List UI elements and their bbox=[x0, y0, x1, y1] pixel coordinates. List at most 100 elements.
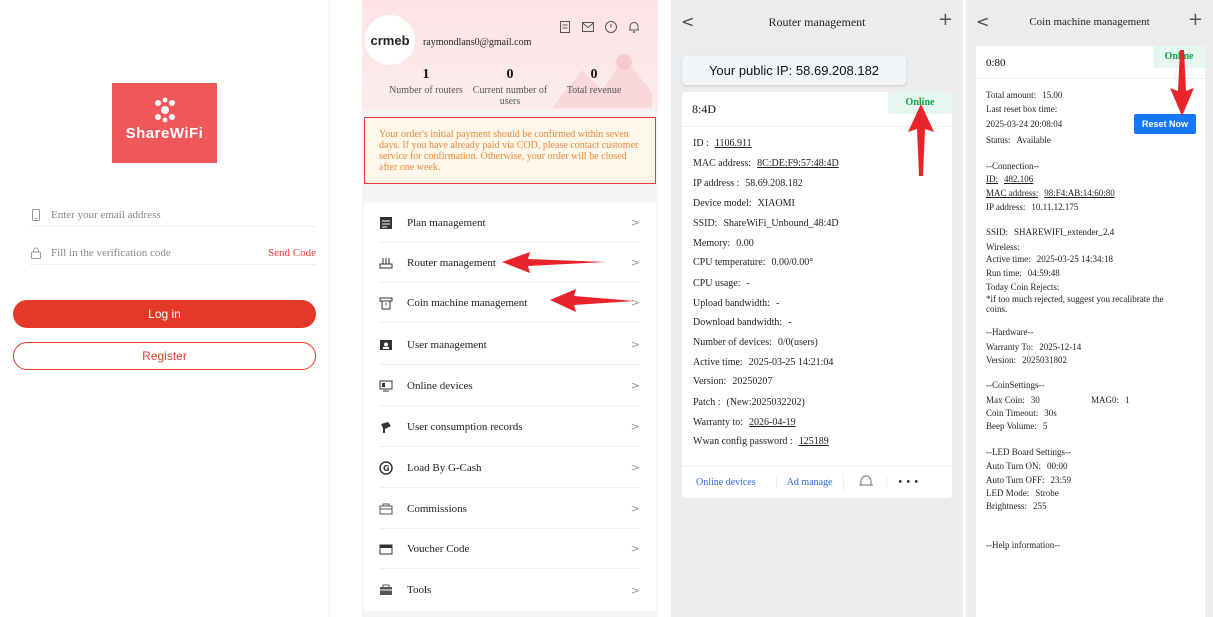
coin-machine-panel: < Coin machine management + 0:80 Online … bbox=[966, 0, 1213, 617]
coin-detail-line: Brightness: 255 bbox=[986, 501, 1047, 511]
coin-detail-line: Max Coin: 30 bbox=[986, 395, 1040, 405]
register-button[interactable]: Register bbox=[13, 342, 316, 370]
bell-icon[interactable] bbox=[842, 474, 874, 491]
send-code-link[interactable]: Send Code bbox=[268, 247, 316, 259]
login-button[interactable]: Log in bbox=[13, 300, 316, 328]
page-title: Coin machine management bbox=[1029, 16, 1150, 28]
coin-detail-line: LED Mode: Strobe bbox=[986, 488, 1059, 498]
router-topbar: < Router management + bbox=[671, 0, 963, 44]
coin-detail-line: Warranty To: 2025-12-14 bbox=[986, 342, 1082, 352]
code-placeholder: Fill in the verification code bbox=[51, 246, 171, 259]
login-panel: ShareWiFi Enter your email address Fill … bbox=[0, 0, 330, 617]
menu-voucher-code[interactable]: Voucher Code > bbox=[379, 529, 640, 569]
email-placeholder: Enter your email address bbox=[51, 208, 161, 221]
coin-detail-line: Total amount: 15.00 bbox=[986, 90, 1063, 100]
avatar[interactable]: crmeb bbox=[365, 15, 415, 65]
crmeb-logo: crmeb bbox=[370, 32, 410, 48]
coin-detail-line: 2025-03-24 20:08:04 bbox=[986, 119, 1063, 129]
header-icons bbox=[558, 20, 641, 34]
reset-now-button[interactable]: Reset Now bbox=[1134, 114, 1196, 134]
menu-user-consumption-records[interactable]: User consumption records > bbox=[379, 407, 640, 447]
router-row: Memory: 0.00 bbox=[693, 238, 754, 249]
public-ip-banner: Your public IP: 58.69.208.182 bbox=[682, 56, 906, 85]
coin-detail-line: *if too much rejected, suggest you recal… bbox=[986, 294, 1164, 304]
sharewifi-logo: ShareWiFi bbox=[112, 83, 217, 163]
menu-tools[interactable]: Tools > bbox=[379, 570, 640, 610]
coin-detail-line: coins. bbox=[986, 304, 1008, 314]
voucher-icon bbox=[379, 544, 393, 554]
more-options-icon[interactable]: • • • bbox=[885, 477, 920, 488]
menu-user-management[interactable]: User management > bbox=[379, 325, 640, 365]
devices-icon bbox=[379, 380, 393, 391]
coin-detail-line: SSID: SHAREWIFI_extender_2.4 bbox=[986, 227, 1115, 237]
coin-detail-line: Beep Volume: 5 bbox=[986, 421, 1048, 431]
router-row: Download bandwidth: - bbox=[693, 317, 792, 328]
wifi-dots-icon bbox=[112, 97, 217, 123]
ad-manage-link[interactable]: Ad manage bbox=[775, 477, 833, 488]
coin-detail-line: Status: Available bbox=[986, 135, 1051, 145]
back-chevron-icon[interactable]: < bbox=[681, 12, 694, 31]
coin-detail-line: --Connection-- bbox=[986, 161, 1040, 171]
router-row: Version: 20250207 bbox=[693, 376, 773, 387]
message-icon[interactable] bbox=[581, 20, 595, 34]
coin-detail-line: Active time: 2025-03-25 14:34:18 bbox=[986, 254, 1113, 264]
router-row: Number of devices: 0/0(users) bbox=[693, 337, 818, 348]
router-row: Device model: XIAOMI bbox=[693, 198, 795, 209]
coin-detail-line: --CoinSettings-- bbox=[986, 380, 1045, 390]
plan-icon bbox=[380, 216, 392, 229]
menu-online-devices[interactable]: Online devices > bbox=[379, 366, 640, 406]
router-row: Active time: 2025-03-25 14:21:04 bbox=[693, 357, 834, 368]
dashboard-panel: crmeb raymondlans0@gmail.com 1 Number of… bbox=[362, 0, 658, 617]
coin-detail-line: Auto Turn ON: 00:00 bbox=[986, 461, 1068, 471]
coin-machine-card: 0:80 Online Reset Now Total amount: 15.00… bbox=[976, 46, 1205, 617]
router-row: Upload bandwidth: - bbox=[693, 298, 780, 309]
payment-notice: Your order's initial payment should be c… bbox=[364, 117, 656, 184]
menu-commissions[interactable]: Commissions > bbox=[379, 489, 640, 529]
router-row: SSID: ShareWiFi_Unbound_48:4D bbox=[693, 218, 839, 229]
red-arrow-icon bbox=[1170, 50, 1194, 116]
clock-icon[interactable] bbox=[604, 20, 618, 34]
coin-detail-line: MAC address: 98:F4:AB:14:60:80 bbox=[986, 188, 1115, 198]
router-card-footer: Online devices Ad manage • • • bbox=[682, 466, 952, 498]
router-row: ID :1106.911 bbox=[693, 138, 752, 149]
add-plus-icon[interactable]: + bbox=[1188, 9, 1203, 30]
coin-detail-line: Last reset box time: bbox=[986, 104, 1058, 114]
red-arrow-icon bbox=[550, 289, 635, 312]
bell-icon[interactable] bbox=[627, 20, 641, 34]
consumption-icon bbox=[381, 421, 391, 433]
coin-detail-line: Coin Timeout: 30s bbox=[986, 408, 1057, 418]
router-row: Warranty to: 2026-04-19 bbox=[693, 417, 796, 428]
router-row: Patch : (New:2025032202) bbox=[693, 397, 805, 408]
coin-detail-line: --LED Board Settings-- bbox=[986, 447, 1071, 457]
back-chevron-icon[interactable]: < bbox=[976, 12, 989, 31]
coin-detail-line: ID: 482.106 bbox=[986, 174, 1034, 184]
menu-load-by-gcash[interactable]: G Load By G-Cash > bbox=[379, 448, 640, 488]
brand-name: ShareWiFi bbox=[125, 125, 204, 142]
page-title: Router management bbox=[768, 14, 866, 29]
user-card-icon bbox=[380, 339, 392, 350]
coin-topbar: < Coin machine management + bbox=[966, 0, 1213, 44]
phone-icon bbox=[32, 208, 40, 221]
router-row: CPU usage: - bbox=[693, 278, 750, 289]
router-row: CPU temperature: 0.00/0.00° bbox=[693, 257, 814, 268]
commission-icon bbox=[379, 503, 393, 514]
coin-machine-icon bbox=[379, 297, 393, 309]
stat-current-users: 0 Current number of users bbox=[472, 67, 548, 107]
coin-detail-line: Run time: 04:59:48 bbox=[986, 268, 1060, 278]
coin-card-title: 0:80 bbox=[986, 57, 1006, 69]
router-row: IP address :58.69.208.182 bbox=[693, 178, 803, 189]
clipboard-icon[interactable] bbox=[558, 20, 572, 34]
online-devices-link[interactable]: Online devices bbox=[696, 477, 756, 488]
stat-total-revenue: 0 Total revenue bbox=[566, 67, 622, 96]
coin-detail-line: Auto Turn OFF: 23:59 bbox=[986, 475, 1072, 485]
router-card-title: 8:4D bbox=[692, 102, 716, 116]
coin-detail-line: IP address: 10.11.12.175 bbox=[986, 202, 1079, 212]
verification-code-field[interactable]: Fill in the verification code Send Code bbox=[30, 241, 316, 265]
menu-plan-management[interactable]: Plan management > bbox=[379, 203, 640, 243]
coin-detail-line: --Help information-- bbox=[986, 540, 1061, 550]
add-plus-icon[interactable]: + bbox=[938, 9, 953, 30]
stat-routers: 1 Number of routers bbox=[389, 67, 463, 96]
email-field[interactable]: Enter your email address bbox=[30, 203, 316, 227]
mag-setting: MAG0: 1 bbox=[1091, 395, 1130, 405]
router-icon bbox=[379, 257, 393, 268]
